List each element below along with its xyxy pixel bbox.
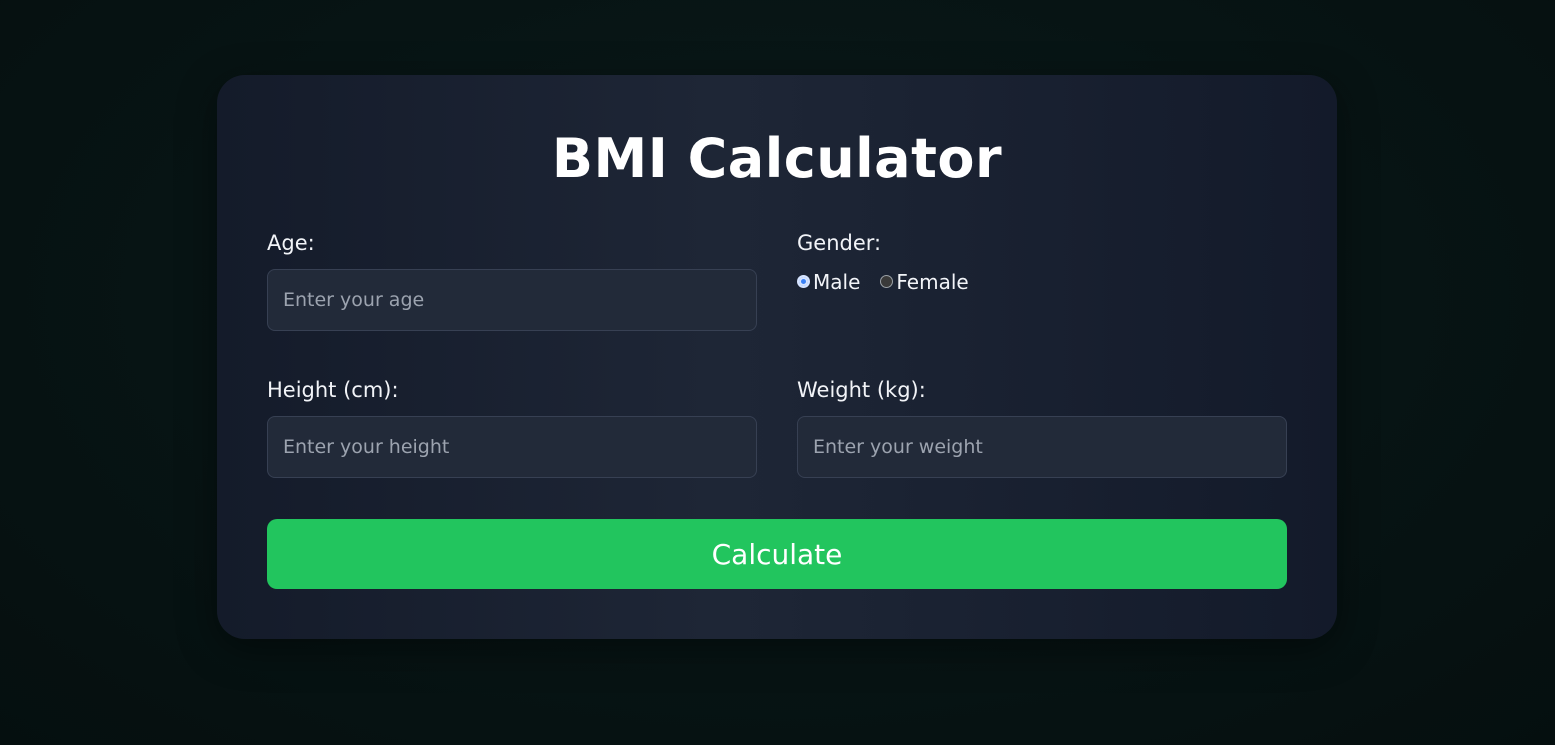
- calculate-button[interactable]: Calculate: [267, 519, 1287, 589]
- gender-radio-group: Male Female: [797, 270, 1287, 294]
- gender-option-female[interactable]: Female: [880, 270, 969, 294]
- weight-field-group: Weight (kg):: [797, 376, 1287, 478]
- bmi-calculator-card: BMI Calculator Age: Gender: Male Female …: [217, 75, 1337, 639]
- age-label: Age:: [267, 231, 315, 255]
- radio-male-selected[interactable]: [797, 274, 810, 288]
- gender-field-group: Gender: Male Female: [797, 229, 1287, 294]
- weight-label: Weight (kg):: [797, 378, 926, 402]
- height-label: Height (cm):: [267, 378, 399, 402]
- page-title: BMI Calculator: [551, 127, 1003, 190]
- radio-female-unselected[interactable]: [880, 274, 894, 288]
- gender-option-male[interactable]: Male: [797, 270, 860, 294]
- gender-label: Gender:: [797, 231, 882, 255]
- gender-male-label: Male: [813, 270, 861, 294]
- gender-female-label: Female: [896, 270, 969, 294]
- height-field-group: Height (cm):: [267, 376, 757, 478]
- weight-input[interactable]: [797, 416, 1287, 478]
- age-field-group: Age:: [267, 229, 757, 331]
- height-input[interactable]: [267, 416, 757, 478]
- age-input[interactable]: [267, 269, 757, 331]
